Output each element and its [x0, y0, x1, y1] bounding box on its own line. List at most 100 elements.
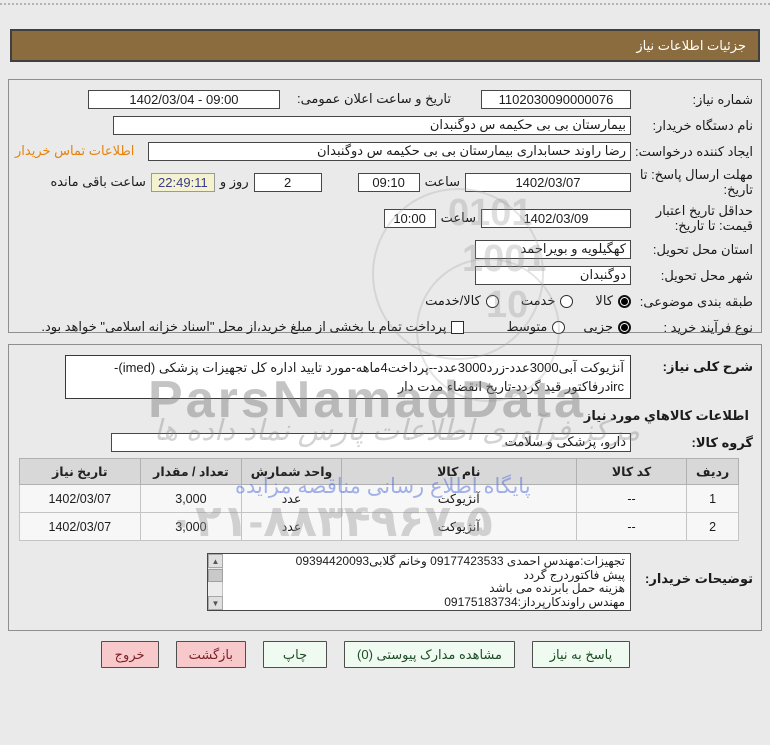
- header-item-code: کد کالا: [575, 458, 688, 485]
- radio-minor-icon[interactable]: [618, 320, 631, 334]
- buyer-notes-textarea[interactable]: تجهیزات:مهندس احمدی 09177423533 وخانم گل…: [207, 553, 631, 611]
- category-label: طبقه بندی موضوعی:: [639, 293, 753, 309]
- cell-date: 1402/03/07: [19, 484, 141, 513]
- items-table-header-row: ردیف کد کالا نام کالا واحد شمارش تعداد /…: [19, 458, 739, 485]
- need-details-page: جزئیات اطلاعات نیاز شماره نیاز: 11020300…: [0, 0, 770, 745]
- header-row-no: ردیف: [686, 458, 739, 485]
- top-dotted-divider: [0, 3, 770, 5]
- need-number-label: شماره نیاز:: [692, 91, 753, 107]
- category-option-goods-service[interactable]: کالا/خدمت: [425, 293, 499, 309]
- price-validity-hour-label: ساعت: [440, 210, 476, 225]
- header-need-date: تاریخ نیاز: [19, 458, 141, 485]
- treasury-checkbox-label: پرداخت تمام یا بخشی از مبلغ خرید،از محل …: [41, 319, 447, 334]
- reply-deadline-row: مهلت ارسال پاسخ: تا تاریخ: 1402/03/07 سا…: [15, 167, 753, 197]
- need-description-box[interactable]: آنژیوکت آبی3000عدد-زرد3000عدد--پرداخت4ما…: [65, 355, 631, 399]
- view-attachments-button[interactable]: مشاهده مدارک پیوستی (0): [344, 641, 515, 668]
- cell-unit: عدد: [241, 484, 342, 513]
- radio-goods-service-label: کالا/خدمت: [425, 293, 481, 308]
- goods-group-input[interactable]: دارو، پزشکی و سلامت: [111, 432, 631, 452]
- reply-to-need-button[interactable]: پاسخ به نیاز: [532, 641, 630, 668]
- province-label: استان محل تحویل:: [652, 241, 753, 257]
- cell-row-no: 2: [686, 512, 739, 541]
- scrollbar-thumb[interactable]: [208, 569, 223, 582]
- need-description-label: شرح کلی نیاز:: [662, 359, 753, 374]
- city-input[interactable]: دوگنبدان: [475, 265, 631, 285]
- creator-input[interactable]: رضا راوند حسابداری بیمارستان بی بی حکیمه…: [148, 141, 631, 161]
- buyer-notes-line: هزینه حمل بابرنده می باشد: [489, 581, 625, 595]
- buyer-org-input[interactable]: بیمارستان بی بی حکیمه س دوگنبدان: [113, 115, 631, 135]
- reply-deadline-hour-label: ساعت: [424, 174, 460, 189]
- back-button[interactable]: بازگشت: [175, 641, 247, 668]
- treasury-payment-option[interactable]: پرداخت تمام یا بخشی از مبلغ خرید،از محل …: [41, 319, 465, 335]
- header-unit: واحد شمارش: [241, 458, 342, 485]
- price-validity-date-input[interactable]: 1402/03/09: [481, 208, 631, 228]
- buyer-contact-link[interactable]: اطلاعات تماس خریدار: [15, 143, 134, 159]
- cell-date: 1402/03/07: [19, 512, 141, 541]
- cell-row-no: 1: [686, 484, 739, 513]
- radio-goods-icon[interactable]: [618, 294, 631, 308]
- buyer-notes-label: توضیحات خریدار:: [645, 571, 753, 586]
- radio-goods-label: کالا: [595, 293, 613, 308]
- province-row: استان محل تحویل: کهگیلویه و بویراحمد: [15, 239, 753, 259]
- items-table: ردیف کد کالا نام کالا واحد شمارش تعداد /…: [19, 458, 739, 541]
- cell-code: --: [575, 512, 688, 541]
- radio-medium-label: متوسط: [506, 319, 548, 334]
- category-option-goods[interactable]: کالا: [595, 293, 631, 309]
- creator-row: ایجاد کننده درخواست: رضا راوند حسابداری …: [15, 141, 753, 161]
- header-item-name: نام کالا: [340, 458, 577, 485]
- cell-name: آنژیوکت: [340, 484, 577, 513]
- process-type-label: نوع فرآیند خرید :: [663, 319, 753, 335]
- price-validity-label: حداقل تاریخ اعتبار قیمت: تا تاریخ:: [655, 203, 753, 233]
- city-row: شهر محل تحویل: دوگنبدان: [15, 265, 753, 285]
- buyer-notes-line: مهندس راوندکارپرداز:09175183734: [444, 594, 625, 609]
- page-title: جزئیات اطلاعات نیاز: [636, 37, 746, 53]
- need-description-row: شرح کلی نیاز: آنژیوکت آبی3000عدد-زرد3000…: [15, 355, 753, 399]
- radio-service-label: خدمت: [520, 293, 556, 308]
- reply-deadline-date-input[interactable]: 1402/03/07: [465, 172, 631, 192]
- header-quantity: تعداد / مقدار: [139, 458, 243, 485]
- price-validity-row: حداقل تاریخ اعتبار قیمت: تا تاریخ: 1402/…: [15, 203, 753, 233]
- cell-unit: عدد: [241, 512, 342, 541]
- price-validity-time-input[interactable]: 10:00: [383, 208, 436, 228]
- table-row: 2 -- آنژیوکت عدد 3,000 1402/03/07: [19, 512, 739, 541]
- category-option-service[interactable]: خدمت: [521, 293, 574, 309]
- scroll-up-icon[interactable]: ▲: [208, 554, 223, 568]
- announce-datetime-label: تاریخ و ساعت اعلان عمومی:: [296, 91, 451, 106]
- buyer-notes-line: پیش فاکتوردرج گردد: [523, 567, 625, 582]
- remaining-time-label: ساعت باقی مانده: [50, 174, 146, 189]
- buyer-notes-row: توضیحات خریدار: تجهیزات:مهندس احمدی 0917…: [15, 553, 753, 611]
- notes-scrollbar[interactable]: ▲ ▼: [208, 554, 223, 610]
- buyer-notes-content: تجهیزات:مهندس احمدی 09177423533 وخانم گل…: [208, 554, 630, 609]
- buyer-org-label: نام دستگاه خریدار:: [652, 117, 753, 133]
- exit-button[interactable]: خروج: [100, 641, 159, 668]
- treasury-checkbox-icon[interactable]: [451, 320, 465, 334]
- cell-qty: 3,000: [139, 484, 243, 513]
- province-input[interactable]: کهگیلویه و بویراحمد: [475, 239, 631, 259]
- radio-medium-icon[interactable]: [552, 320, 566, 334]
- need-number-input[interactable]: 1102030090000076: [481, 89, 631, 109]
- process-option-minor[interactable]: جزیی: [583, 319, 631, 335]
- process-option-medium[interactable]: متوسط: [506, 319, 566, 335]
- radio-minor-label: جزیی: [583, 319, 613, 334]
- remaining-time-countdown: 22:49:11: [150, 172, 215, 192]
- reply-deadline-label: مهلت ارسال پاسخ: تا تاریخ:: [639, 167, 753, 197]
- radio-goods-service-icon[interactable]: [485, 294, 499, 308]
- scroll-down-icon[interactable]: ▼: [208, 596, 223, 610]
- remaining-days-label: روز و: [219, 174, 249, 189]
- buyer-notes-line: تجهیزات:مهندس احمدی 09177423533 وخانم گل…: [295, 554, 625, 568]
- print-button[interactable]: چاپ: [263, 641, 328, 668]
- table-row: 1 -- آنژیوکت عدد 3,000 1402/03/07: [19, 484, 739, 513]
- need-description-line2: ircدرفاکتور قید گردد-تاریخ انقضاء مدت دا…: [397, 379, 624, 394]
- remaining-days-input[interactable]: 2: [253, 172, 322, 192]
- action-buttons-row: پاسخ به نیاز مشاهده مدارک پیوستی (0) چاپ…: [0, 641, 770, 668]
- announce-datetime-input[interactable]: 1402/03/04 - 09:00: [87, 89, 280, 109]
- radio-service-icon[interactable]: [560, 294, 574, 308]
- cell-code: --: [575, 484, 688, 513]
- items-section-header: اطلاعات کالاهاي مورد نیاز: [583, 408, 749, 423]
- buyer-org-row: نام دستگاه خریدار: بیمارستان بی بی حکیمه…: [15, 115, 753, 135]
- need-number-row: شماره نیاز: 1102030090000076 تاریخ و ساع…: [15, 89, 753, 109]
- items-panel: شرح کلی نیاز: آنژیوکت آبی3000عدد-زرد3000…: [8, 344, 762, 631]
- general-info-panel: شماره نیاز: 1102030090000076 تاریخ و ساع…: [8, 79, 762, 335]
- reply-deadline-time-input[interactable]: 09:10: [357, 172, 420, 192]
- cell-qty: 3,000: [139, 512, 243, 541]
